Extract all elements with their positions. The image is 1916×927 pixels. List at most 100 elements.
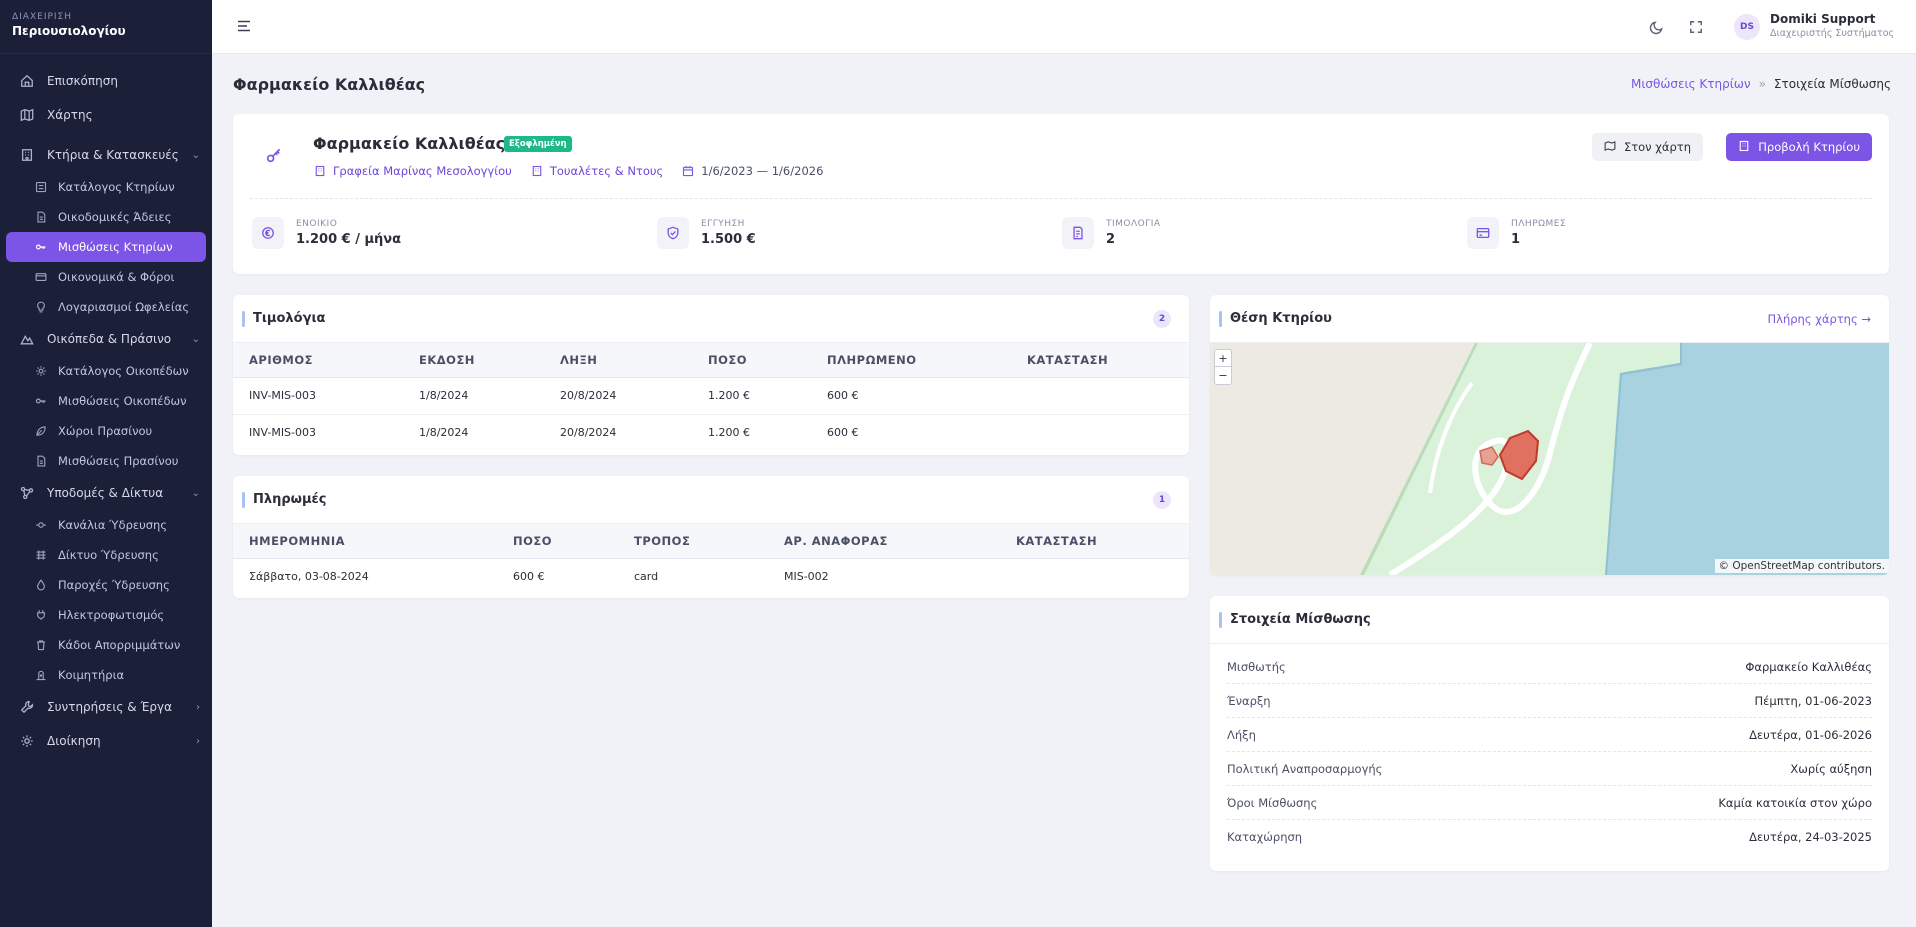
sidebar-group-land[interactable]: Οικόπεδα & Πράσινο ⌄ bbox=[0, 322, 212, 356]
brand: ΔΙΑΧΕΙΡΙΣΗ Περιουσιολογίου bbox=[0, 0, 212, 54]
column-header[interactable]: ΕΚΔΟΣΗ bbox=[403, 343, 544, 378]
map-pin-icon bbox=[1604, 140, 1616, 155]
key-icon bbox=[259, 140, 289, 170]
bulb-icon bbox=[34, 300, 48, 314]
invoices-table: ΑΡΙΘΜΟΣ ΕΚΔΟΣΗ ΛΗΞΗ ΠΟΣΟ ΠΛΗΡΩΜΕΝΟ ΚΑΤΑΣ… bbox=[233, 343, 1189, 451]
lease-details-card: Στοιχεία Μίσθωσης Μισθωτής Φαρμακείο Καλ… bbox=[1210, 596, 1889, 871]
sidebar-item-administration[interactable]: Διοίκηση › bbox=[0, 724, 212, 758]
building-link[interactable]: Γραφεία Μαρίνας Μεσολογγίου bbox=[313, 164, 512, 178]
location-card-header: Θέση Κτηρίου Πλήρης χάρτης → bbox=[1210, 295, 1889, 343]
sidebar-item-water-supplies[interactable]: Παροχές Ύδρευσης bbox=[6, 570, 206, 600]
column-header[interactable]: ΠΟΣΟ bbox=[692, 343, 811, 378]
map-view[interactable]: + − © OpenStreetMap contributors. bbox=[1210, 341, 1889, 575]
zoom-in-button[interactable]: + bbox=[1215, 350, 1231, 367]
sidebar-item-buildings-catalog[interactable]: Κατάλογος Κτηρίων bbox=[6, 172, 206, 202]
payments-table: ΗΜΕΡΟΜΗΝΙΑ ΠΟΣΟ ΤΡΟΠΟΣ ΑΡ. ΑΝΑΦΟΡΑΣ ΚΑΤΑ… bbox=[233, 524, 1189, 595]
breadcrumb-separator: » bbox=[1758, 77, 1766, 91]
sidebar-group-buildings[interactable]: Κτήρια & Κατασκευές ⌄ bbox=[0, 138, 212, 172]
list-icon bbox=[34, 180, 48, 194]
shield-icon bbox=[657, 217, 689, 249]
bin-icon bbox=[34, 638, 48, 652]
avatar[interactable]: DS bbox=[1734, 14, 1760, 40]
column-header[interactable]: ΤΡΟΠΟΣ bbox=[618, 524, 768, 559]
detail-row-adjustment-policy: Πολιτική Αναπροσαρμογής Χωρίς αύξηση bbox=[1227, 752, 1872, 786]
stat-rent: ΕΝΟΙΚΙΟ 1.200 € / μήνα bbox=[252, 217, 401, 249]
euro-icon bbox=[252, 217, 284, 249]
zoom-control: + − bbox=[1214, 349, 1232, 385]
column-header[interactable]: ΛΗΞΗ bbox=[544, 343, 692, 378]
column-header[interactable]: ΚΑΤΑΣΤΑΣΗ bbox=[1011, 343, 1189, 378]
plug-icon bbox=[34, 608, 48, 622]
sidebar-item-plots-catalog[interactable]: Κατάλογος Οικοπέδων bbox=[6, 356, 206, 386]
full-map-link[interactable]: Πλήρης χάρτης → bbox=[1767, 312, 1871, 326]
network-icon bbox=[19, 485, 35, 501]
sidebar-group-infrastructure[interactable]: Υποδομές & Δίκτυα ⌄ bbox=[0, 476, 212, 510]
show-on-map-button[interactable]: Στον χάρτη bbox=[1591, 133, 1703, 161]
moon-icon[interactable] bbox=[1646, 17, 1666, 37]
sidebar-item-waste-bins[interactable]: Κάδοι Απορριμμάτων bbox=[6, 630, 206, 660]
chevron-right-icon: › bbox=[196, 735, 200, 747]
chevron-down-icon: ⌄ bbox=[191, 487, 200, 499]
lease-period: 1/6/2023 — 1/6/2026 bbox=[681, 164, 823, 178]
sidebar-item-water-network[interactable]: Δίκτυο Ύδρευσης bbox=[6, 540, 206, 570]
column-header[interactable]: ΑΡΙΘΜΟΣ bbox=[233, 343, 403, 378]
page-title: Φαρμακείο Καλλιθέας bbox=[233, 75, 426, 94]
sidebar-item-green-leases[interactable]: Μισθώσεις Πρασίνου bbox=[6, 446, 206, 476]
stat-deposit: ΕΓΓΥΗΣΗ 1.500 € bbox=[657, 217, 756, 249]
zoom-out-button[interactable]: − bbox=[1215, 367, 1231, 384]
key-icon bbox=[34, 394, 48, 408]
sidebar-item-lighting[interactable]: Ηλεκτροφωτισμός bbox=[6, 600, 206, 630]
sidebar-item-overview[interactable]: Επισκόπηση bbox=[0, 64, 212, 98]
gear-icon bbox=[19, 733, 35, 749]
sidebar-item-finance-taxes[interactable]: Οικονομικά & Φόροι bbox=[6, 262, 206, 292]
table-row[interactable]: Σάββατο, 03-08-2024 600 € card MIS-002 bbox=[233, 558, 1189, 595]
sidebar-item-water-channels[interactable]: Κανάλια Ύδρευσης bbox=[6, 510, 206, 540]
view-building-button[interactable]: Προβολή Κτηρίου bbox=[1726, 133, 1872, 161]
lease-name: Φαρμακείο Καλλιθέας bbox=[313, 134, 506, 153]
stat-payments: ΠΛΗΡΩΜΕΣ 1 bbox=[1467, 217, 1566, 249]
details-card-header: Στοιχεία Μίσθωσης bbox=[1210, 596, 1889, 644]
sidebar-item-utility-accounts[interactable]: Λογαριασμοί Ωφελείας bbox=[6, 292, 206, 322]
column-header[interactable]: ΗΜΕΡΟΜΗΝΙΑ bbox=[233, 524, 497, 559]
details-list: Μισθωτής Φαρμακείο Καλλιθέας Έναρξη Πέμπ… bbox=[1210, 644, 1889, 854]
sidebar-item-building-permits[interactable]: Οικοδομικές Άδειες bbox=[6, 202, 206, 232]
map-canvas bbox=[1210, 341, 1889, 575]
column-header[interactable]: ΠΛΗΡΩΜΕΝΟ bbox=[811, 343, 1011, 378]
drop-icon bbox=[34, 578, 48, 592]
payments-card: Πληρωμές 1 ΗΜΕΡΟΜΗΝΙΑ ΠΟΣΟ ΤΡΟΠΟΣ ΑΡ. ΑΝ… bbox=[233, 476, 1189, 598]
gear-icon bbox=[34, 364, 48, 378]
table-row[interactable]: INV-MIS-003 1/8/2024 20/8/2024 1.200 € 6… bbox=[233, 377, 1189, 415]
detail-row-tenant: Μισθωτής Φαρμακείο Καλλιθέας bbox=[1227, 650, 1872, 684]
channel-icon bbox=[34, 518, 48, 532]
column-header[interactable]: ΠΟΣΟ bbox=[497, 524, 618, 559]
sidebar-item-map[interactable]: Χάρτης bbox=[0, 98, 212, 132]
chevron-down-icon: ⌄ bbox=[191, 149, 200, 161]
invoices-card: Τιμολόγια 2 ΑΡΙΘΜΟΣ ΕΚΔΟΣΗ ΛΗΞΗ ΠΟΣΟ ΠΛΗ… bbox=[233, 295, 1189, 455]
details-title: Στοιχεία Μίσθωσης bbox=[1230, 612, 1371, 627]
payments-title: Πληρωμές bbox=[253, 492, 327, 507]
user-name: Domiki Support bbox=[1770, 12, 1876, 26]
building-icon bbox=[1738, 140, 1750, 155]
key-icon bbox=[34, 240, 48, 254]
breadcrumb-link-leases[interactable]: Μισθώσεις Κτηρίων bbox=[1631, 77, 1751, 91]
breadcrumb: Μισθώσεις Κτηρίων » Στοιχεία Μίσθωσης bbox=[1631, 77, 1891, 91]
building-icon bbox=[19, 147, 35, 163]
document-icon bbox=[34, 454, 48, 468]
menu-icon[interactable] bbox=[236, 18, 252, 34]
chevron-right-icon: › bbox=[196, 701, 200, 713]
space-link[interactable]: Τουαλέτες & Ντους bbox=[530, 164, 663, 178]
table-row[interactable]: INV-MIS-003 1/8/2024 20/8/2024 1.200 € 6… bbox=[233, 414, 1189, 451]
invoices-count-badge: 2 bbox=[1153, 309, 1171, 328]
column-header[interactable]: ΚΑΤΑΣΤΑΣΗ bbox=[1000, 524, 1189, 559]
invoices-title: Τιμολόγια bbox=[253, 311, 326, 326]
sidebar-item-plot-leases[interactable]: Μισθώσεις Οικοπέδων bbox=[6, 386, 206, 416]
wrench-icon bbox=[19, 699, 35, 715]
sidebar-item-cemeteries[interactable]: Κοιμητήρια bbox=[6, 660, 206, 690]
sidebar-item-building-leases[interactable]: Μισθώσεις Κτηρίων bbox=[6, 232, 206, 262]
card-icon bbox=[1467, 217, 1499, 249]
sidebar-item-maintenance[interactable]: Συντηρήσεις & Έργα › bbox=[0, 690, 212, 724]
grid-icon bbox=[34, 548, 48, 562]
fullscreen-icon[interactable] bbox=[1686, 17, 1706, 37]
column-header[interactable]: ΑΡ. ΑΝΑΦΟΡΑΣ bbox=[768, 524, 1000, 559]
sidebar-item-green-spaces[interactable]: Χώροι Πρασίνου bbox=[6, 416, 206, 446]
